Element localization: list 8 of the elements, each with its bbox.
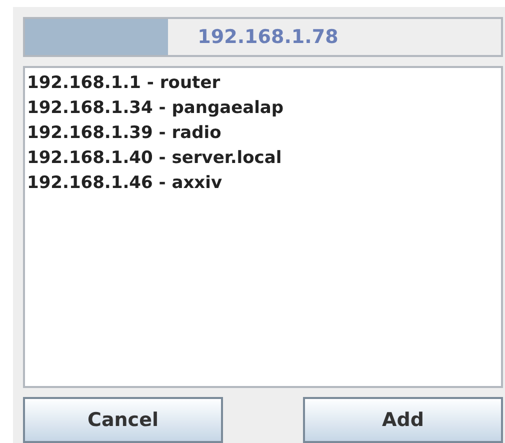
dialog-button[interactable]: Cancel — [23, 397, 223, 443]
list-item[interactable]: 192.168.1.46 - axxiv — [27, 170, 499, 196]
progress-text: 192.168.1.78 — [198, 24, 338, 50]
list-item[interactable]: 192.168.1.1 - router — [27, 70, 499, 96]
list-item[interactable]: 192.168.1.40 - server.local — [27, 146, 499, 171]
list-item[interactable]: 192.168.1.39 - radio — [27, 120, 499, 146]
dialog-button[interactable]: Add — [303, 397, 503, 443]
list-item[interactable]: 192.168.1.34 - pangaealap — [27, 96, 499, 121]
